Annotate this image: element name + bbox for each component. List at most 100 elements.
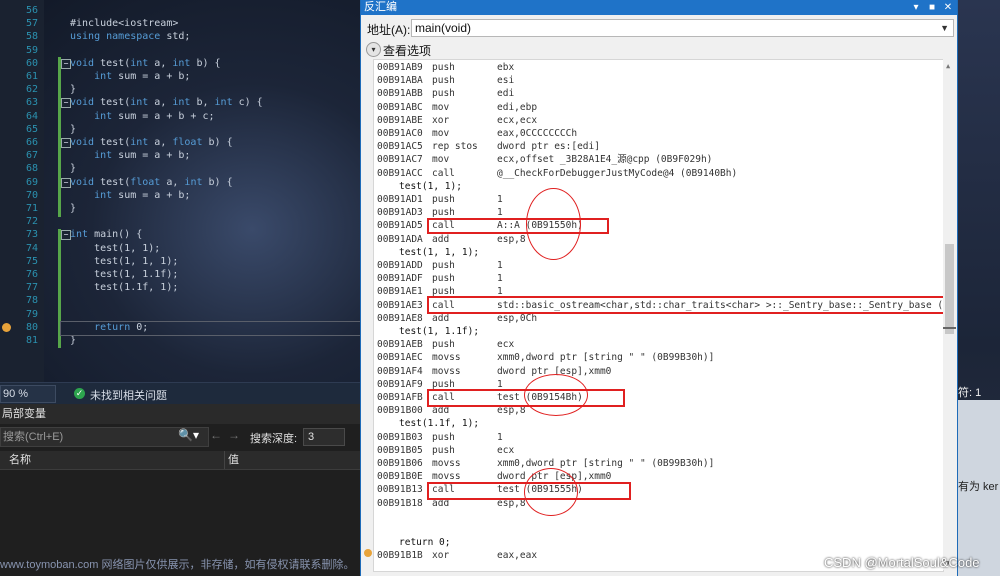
- issues-status[interactable]: 未找到相关问题: [90, 387, 167, 403]
- highlight-circle: [524, 468, 578, 516]
- column-divider[interactable]: [224, 451, 225, 469]
- instruction-operands: esi: [497, 75, 515, 87]
- instruction-opcode: movss: [432, 365, 461, 377]
- code-text: test(1.1f, 1);: [70, 282, 179, 294]
- restore-icon[interactable]: ■: [925, 0, 939, 15]
- line-number: 67: [25, 150, 38, 162]
- code-text: int main() {: [70, 229, 143, 241]
- code-text: int sum = a + b;: [94, 150, 191, 162]
- disassembly-titlebar[interactable]: 反汇编 ▾ ■ ✕: [361, 0, 957, 15]
- dropdown-icon[interactable]: ▾: [909, 0, 923, 15]
- code-text: }: [70, 163, 77, 175]
- source-text: test(1, 1, 1);: [399, 246, 480, 258]
- locals-title: 局部变量: [0, 404, 362, 424]
- fold-toggle-icon[interactable]: −: [61, 138, 71, 148]
- line-number: 62: [25, 84, 38, 96]
- instruction-address: 00B91B03: [377, 431, 423, 443]
- instruction-operands: ecx: [497, 444, 515, 456]
- line-number: 65: [25, 123, 38, 135]
- line-number: 59: [25, 44, 38, 56]
- instruction-address: 00B91B06: [377, 458, 423, 469]
- instruction-opcode: add: [432, 233, 450, 245]
- fold-toggle-icon[interactable]: −: [61, 98, 71, 109]
- change-bar: [58, 57, 61, 217]
- zoom-select[interactable]: 90 %: [0, 385, 56, 403]
- search-icon[interactable]: 🔍▾: [178, 428, 199, 442]
- instruction-address: 00B91B00: [377, 405, 423, 417]
- source-text: test(1, 1);: [399, 180, 462, 192]
- line-number: 74: [25, 242, 38, 254]
- output-fragment: 有为 ker: [958, 481, 999, 493]
- highlight-circle: [524, 374, 588, 416]
- close-icon[interactable]: ✕: [941, 0, 955, 15]
- collapse-icon[interactable]: ▾: [366, 42, 381, 57]
- instruction-address: 00B91AD5: [377, 220, 423, 232]
- instruction-address: 00B91B0E: [377, 471, 423, 483]
- line-number: 70: [25, 189, 38, 201]
- back-arrow-icon[interactable]: ←: [210, 428, 222, 442]
- instruction-address: 00B91ABE: [377, 114, 423, 126]
- status-fragment: 符: 1: [958, 387, 982, 399]
- search-depth-select[interactable]: 3: [303, 428, 345, 446]
- line-number: 69: [25, 176, 38, 188]
- instruction-address: 00B91AB9: [377, 62, 423, 73]
- line-number: 75: [25, 255, 38, 267]
- highlight-circle: [526, 188, 581, 260]
- code-text: void test(int a, int b) {: [70, 57, 221, 69]
- address-input[interactable]: main(void) ▼: [411, 19, 954, 37]
- instruction-operands: eax,eax: [497, 550, 538, 562]
- line-number: 63: [25, 97, 38, 109]
- view-options[interactable]: ▾ 查看选项: [361, 40, 957, 58]
- instruction-address: 00B91ABA: [377, 75, 423, 87]
- instruction-opcode: push: [432, 194, 455, 205]
- line-number: 72: [25, 216, 38, 228]
- code-text: test(1, 1.1f);: [70, 269, 179, 280]
- code-text: }: [70, 123, 77, 135]
- instruction-opcode: movss: [432, 352, 461, 364]
- instruction-address: 00B91AE1: [377, 286, 423, 298]
- forward-arrow-icon[interactable]: →: [228, 428, 240, 442]
- instruction-operands: 1: [497, 260, 503, 271]
- instruction-opcode: push: [432, 260, 455, 271]
- instruction-opcode: push: [432, 62, 455, 73]
- instruction-operands: edi,ebp: [497, 101, 538, 113]
- fold-toggle-icon[interactable]: −: [61, 177, 71, 188]
- fold-toggle-icon[interactable]: −: [61, 58, 71, 69]
- instruction-address: 00B91AC5: [377, 141, 423, 153]
- instruction-opcode: call: [432, 167, 455, 179]
- column-name[interactable]: 名称: [9, 451, 31, 469]
- line-number: 64: [25, 110, 38, 122]
- column-value[interactable]: 值: [228, 451, 239, 469]
- highlight-box: [427, 218, 609, 234]
- code-editor[interactable]: 56 57 #include<iostream> 58 using namespace …: [0, 0, 360, 382]
- line-number: 78: [25, 295, 38, 307]
- chevron-down-icon[interactable]: ▼: [940, 20, 949, 36]
- instruction-opcode: mov: [432, 101, 450, 113]
- address-value: main(void): [415, 21, 472, 35]
- scroll-up-icon[interactable]: ▲: [946, 62, 950, 70]
- instruction-operands: ecx: [497, 339, 515, 351]
- instruction-address: 00B91AC7: [377, 154, 423, 166]
- instruction-operands: edi: [497, 88, 515, 100]
- instruction-operands: dword ptr es:[edi]: [497, 141, 600, 153]
- instruction-operands: 1: [497, 194, 503, 205]
- vertical-scrollbar[interactable]: ▲ ▼: [943, 59, 956, 570]
- line-number: 77: [25, 282, 38, 294]
- scroll-thumb[interactable]: [945, 244, 954, 334]
- line-number: 73: [25, 229, 38, 241]
- line-number: 57: [25, 18, 38, 30]
- check-icon: ✓: [74, 388, 85, 399]
- instruction-opcode: push: [432, 88, 455, 100]
- instruction-opcode: push: [432, 339, 455, 351]
- code-text: int sum = a + b + c;: [94, 110, 215, 122]
- instruction-address: 00B91B13: [377, 484, 423, 496]
- instruction-address: 00B91AD1: [377, 194, 423, 205]
- instruction-operands: xmm0,dword ptr [string " " (0B99B30h)]: [497, 352, 715, 364]
- watermark: www.toymoban.com 网络图片仅供展示，非存储，如有侵权请联系删除。: [0, 559, 355, 571]
- line-number: 71: [25, 203, 38, 214]
- author-credit: CSDN @MortalSoul&Code: [824, 555, 980, 570]
- fold-toggle-icon[interactable]: −: [61, 230, 71, 241]
- code-text: test(1, 1);: [70, 242, 161, 254]
- view-options-label: 查看选项: [383, 44, 432, 58]
- disassembly-code[interactable]: 00B91AB9 push ebx 00B91ABA push esi 00B91ABB pu…: [373, 59, 944, 572]
